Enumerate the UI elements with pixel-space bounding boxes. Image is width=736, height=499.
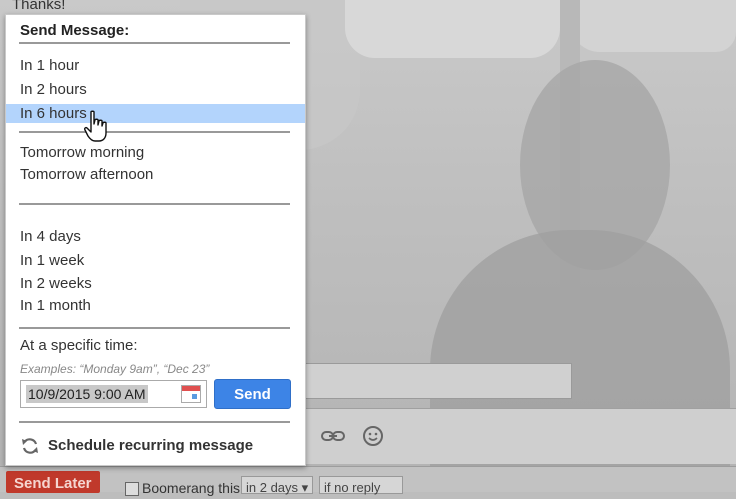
send-message-menu: Send Message: In 1 hour In 2 hours In 6 … [5,14,306,466]
menu-item-1-month[interactable]: In 1 month [6,296,305,315]
menu-item-1-hour[interactable]: In 1 hour [6,56,305,75]
divider [19,42,290,44]
recurring-label: Schedule recurring message [48,437,254,454]
divider [19,203,290,205]
refresh-icon [20,436,40,456]
divider [19,131,290,133]
send-button[interactable]: Send [214,379,291,409]
specific-time-label: At a specific time: [20,337,138,354]
no-reply-select[interactable]: if no reply [319,476,403,495]
background-window [570,0,736,52]
hand-cursor-icon [84,110,110,144]
menu-title: Send Message: [20,22,130,39]
link-icon[interactable] [320,423,346,449]
emoji-icon[interactable] [360,423,386,449]
calendar-icon[interactable] [181,385,201,403]
background-window [345,0,560,58]
boomerang-checkbox[interactable] [125,482,139,496]
menu-item-2-weeks[interactable]: In 2 weeks [6,274,305,293]
send-later-button[interactable]: Send Later [6,471,100,493]
menu-item-4-days[interactable]: In 4 days [6,227,305,246]
menu-item-tomorrow-afternoon[interactable]: Tomorrow afternoon [6,165,305,184]
compose-toolbar [300,408,736,464]
menu-item-tomorrow-morning[interactable]: Tomorrow morning [6,143,305,162]
boomerang-select[interactable]: in 2 days ▾ [241,476,313,495]
boomerang-label: Boomerang this [142,480,241,496]
menu-item-1-week[interactable]: In 1 week [6,251,305,270]
date-time-value: 10/9/2015 9:00 AM [26,385,148,403]
divider [19,327,290,329]
specific-time-input[interactable]: 10/9/2015 9:00 AM [20,380,207,408]
boomerang-select-value: in 2 days [246,480,299,495]
examples-hint: Examples: “Monday 9am”, “Dec 23” [20,362,210,376]
email-input-area[interactable] [300,363,572,399]
menu-item-6-hours[interactable]: In 6 hours [6,104,305,123]
divider [19,421,290,423]
menu-item-2-hours[interactable]: In 2 hours [6,80,305,99]
email-body-text: Thanks! [12,0,66,13]
